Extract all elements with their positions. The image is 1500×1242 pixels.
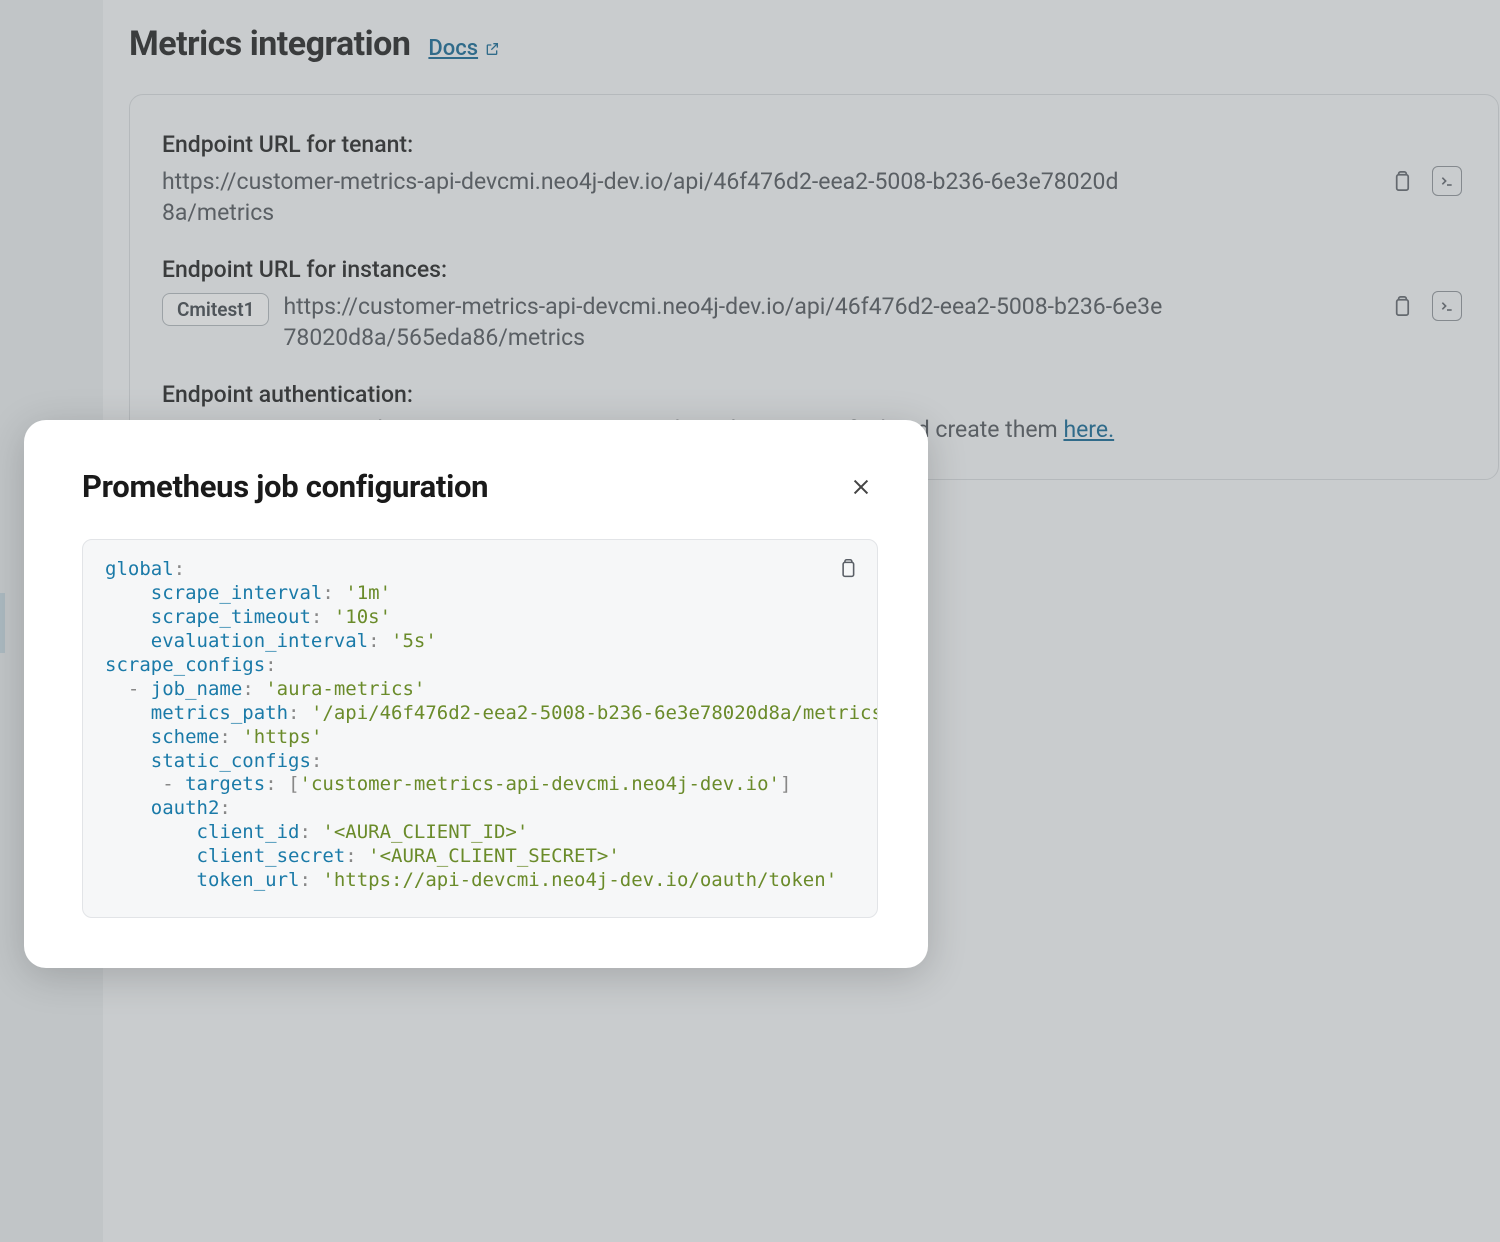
instance-badge: Cmitest1 <box>162 293 269 326</box>
modal-title: Prometheus job configuration <box>82 468 844 505</box>
sidebar-active-indicator <box>0 593 5 653</box>
yaml-value: 'https://api-devcmi.neo4j-dev.io/oauth/t… <box>322 869 837 891</box>
yaml-key: scheme <box>151 726 220 748</box>
external-link-icon <box>484 41 500 57</box>
yaml-key: client_id <box>197 821 300 843</box>
yaml-value: 'customer-metrics-api-devcmi.neo4j-dev.i… <box>300 773 780 795</box>
yaml-key: job_name <box>151 678 243 700</box>
yaml-key: targets <box>185 773 265 795</box>
terminal-icon <box>1439 298 1455 314</box>
tenant-label: Endpoint URL for tenant: <box>162 131 1462 158</box>
yaml-key: client_secret <box>197 845 346 867</box>
yaml-code-block: global: scrape_interval: '1m' scrape_tim… <box>82 539 878 918</box>
docs-link[interactable]: Docs <box>428 36 500 61</box>
auth-label: Endpoint authentication: <box>162 381 1462 408</box>
open-config-instance-button[interactable] <box>1432 291 1462 321</box>
yaml-key: scrape_configs <box>105 654 265 676</box>
yaml-value: '/api/46f476d2-eea2-5008-b236-6e3e78020d… <box>311 702 878 724</box>
yaml-key: scrape_timeout <box>151 606 311 628</box>
yaml-value: '5s' <box>391 630 437 652</box>
instance-url: https://customer-metrics-api-devcmi.neo4… <box>283 291 1163 353</box>
close-icon <box>850 476 872 498</box>
tenant-url: https://customer-metrics-api-devcmi.neo4… <box>162 166 1122 228</box>
yaml-key: global <box>105 558 174 580</box>
docs-link-label: Docs <box>428 36 478 61</box>
auth-here-link[interactable]: here. <box>1063 416 1114 443</box>
yaml-key: oauth2 <box>151 797 220 819</box>
yaml-key: evaluation_interval <box>151 630 368 652</box>
clipboard-icon <box>1390 170 1413 193</box>
copy-instance-url-button[interactable] <box>1386 291 1416 321</box>
yaml-value: '<AURA_CLIENT_ID>' <box>322 821 528 843</box>
page-title: Metrics integration <box>129 24 410 64</box>
copy-tenant-url-button[interactable] <box>1386 166 1416 196</box>
tenant-row: Endpoint URL for tenant: https://custome… <box>162 131 1462 228</box>
yaml-value: 'aura-metrics' <box>265 678 425 700</box>
yaml-value: '1m' <box>345 582 391 604</box>
close-modal-button[interactable] <box>844 470 878 504</box>
yaml-key: token_url <box>197 869 300 891</box>
prometheus-config-modal: Prometheus job configuration global: scr… <box>24 420 928 968</box>
clipboard-icon <box>837 558 858 579</box>
instances-label: Endpoint URL for instances: <box>162 256 1462 283</box>
yaml-value: '<AURA_CLIENT_SECRET>' <box>368 845 620 867</box>
yaml-value: '10s' <box>334 606 391 628</box>
terminal-icon <box>1439 173 1455 189</box>
yaml-key: scrape_interval <box>151 582 323 604</box>
instances-row: Endpoint URL for instances: Cmitest1 htt… <box>162 256 1462 353</box>
yaml-value: 'https' <box>242 726 322 748</box>
yaml-key: static_configs <box>151 750 311 772</box>
clipboard-icon <box>1390 295 1413 318</box>
yaml-key: metrics_path <box>151 702 288 724</box>
open-config-tenant-button[interactable] <box>1432 166 1462 196</box>
copy-yaml-button[interactable] <box>833 554 861 582</box>
